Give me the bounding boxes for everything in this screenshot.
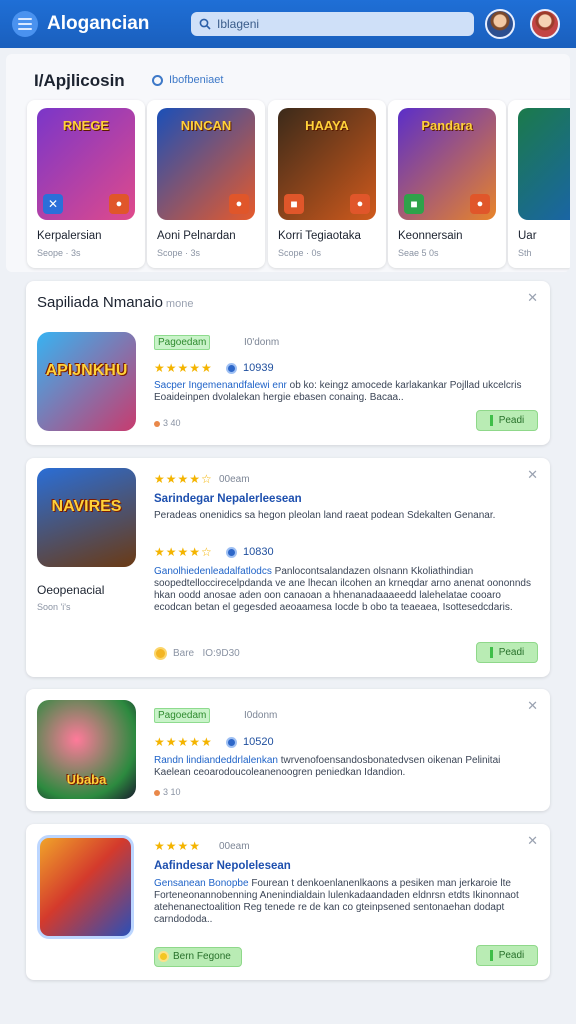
featured-link-label: Ibofbeniaet	[169, 74, 224, 86]
tools-icon: ✕	[43, 194, 63, 214]
featured-card-sub: Scope · 0s	[278, 248, 322, 258]
rating-stars: ★★★★☆	[154, 472, 213, 486]
item-subtitle: Peradeas onenidics sa hegon pleolan land…	[154, 510, 496, 521]
get-button[interactable]: Peadi	[476, 945, 538, 966]
rating-stars: ★★★★★	[154, 361, 213, 375]
featured-card[interactable]: Pandara ■ ● Keonnersain Seae 5 0s	[388, 100, 506, 268]
game-icon: APIJNKHU	[37, 332, 136, 431]
search-icon	[199, 18, 211, 30]
game-badge-icon: ■	[404, 194, 424, 214]
verified-icon	[226, 547, 237, 558]
game-badge-icon: ●	[229, 194, 249, 214]
rating-stars: ★★★★	[154, 839, 202, 853]
item-extras: 3 10	[154, 787, 181, 797]
featured-card[interactable]: HAAYA ■ ● Korri Tegiaotaka Scope · 0s	[268, 100, 386, 268]
app-header: Alogancian	[0, 0, 576, 48]
featured-card[interactable]: Uar Sth	[508, 100, 570, 268]
game-badge-icon: ■	[284, 194, 304, 214]
verified-icon	[226, 363, 237, 374]
game-art: NINCAN ●	[157, 108, 255, 220]
game-badge-icon: ●	[109, 194, 129, 214]
item-description: Randn lindiandeddrlalenkan twrvenofoensa…	[154, 755, 501, 778]
game-icon	[37, 835, 134, 939]
list-item[interactable]: ✕ Ubaba Pagoedam I0donm ★★★★★ 10520 Rand…	[26, 689, 550, 811]
featured-card-name: Korri Tegiaotaka	[278, 230, 361, 242]
rating-score: 10939	[243, 362, 274, 374]
game-badge-icon: ●	[350, 194, 370, 214]
game-art-text: HAAYA	[305, 118, 349, 133]
game-art	[518, 108, 570, 220]
avatar-secondary[interactable]	[530, 9, 560, 39]
game-badge-icon: ●	[470, 194, 490, 214]
item-extras: Bare IO:9D30	[154, 647, 240, 660]
item-side-name: Oeopenacial	[37, 583, 105, 597]
featured-card-sub: Seope · 3s	[37, 248, 81, 258]
item-meta: I0'donm	[244, 337, 280, 348]
list-item[interactable]: ✕ NAVIRES Oeopenacial Soon 'i's ★★★★☆ 00…	[26, 458, 550, 677]
menu-icon[interactable]	[12, 11, 38, 37]
coin-icon	[154, 647, 167, 660]
search-input[interactable]	[217, 17, 447, 31]
game-art-text: RNEGE	[62, 118, 110, 133]
item-meta: 00eam	[219, 474, 250, 485]
featured-section: I/Apjlicosin Ibofbeniaet RNEGE ✕ ● Kerpa…	[6, 54, 570, 272]
close-icon[interactable]: ✕	[527, 290, 538, 306]
item-side-sub: Soon 'i's	[37, 602, 71, 612]
item-title: Sarindegar Nepalerleesean	[154, 493, 302, 505]
search-bar[interactable]	[191, 12, 474, 36]
featured-title: I/Apjlicosin	[34, 71, 125, 90]
featured-card-name: Kerpalersian	[37, 230, 102, 242]
chip-button[interactable]: Bern Fegone	[154, 947, 242, 967]
item-meta: I0donm	[244, 710, 278, 721]
list-item[interactable]: Sapiliada Nmanaio mone ✕ APIJNKHU Pagoeda…	[26, 281, 550, 445]
game-icon-text: NAVIRES	[51, 498, 122, 515]
info-icon	[152, 74, 163, 86]
item-extras: 3 40	[154, 418, 181, 428]
list-item[interactable]: ✕ ★★★★ 00eam Aafindesar Nepolelesean Gen…	[26, 824, 550, 980]
game-art: Pandara ■ ●	[398, 108, 496, 220]
featured-card-name: Uar	[518, 230, 537, 242]
item-title: Aafindesar Nepolelesean	[154, 860, 291, 872]
game-icon-text: APIJNKHU	[45, 362, 128, 379]
rating-stars: ★★★★☆	[154, 545, 213, 559]
game-icon: NAVIRES	[37, 468, 136, 567]
game-icon-text: Ubaba	[66, 772, 107, 787]
verified-icon	[226, 737, 237, 748]
close-icon[interactable]: ✕	[527, 698, 538, 714]
get-button[interactable]: Peadi	[476, 410, 538, 431]
game-icon: Ubaba	[37, 700, 136, 799]
featured-card[interactable]: RNEGE ✕ ● Kerpalersian Seope · 3s	[27, 100, 145, 268]
item-meta: 00eam	[219, 841, 250, 852]
featured-card-name: Keonnersain	[398, 230, 463, 242]
featured-card-name: Aoni Pelnardan	[157, 230, 236, 242]
featured-card-sub: Seae 5 0s	[398, 248, 439, 258]
status-badge: Pagoedam	[154, 335, 211, 350]
featured-card-sub: Sth	[518, 248, 532, 258]
game-art: RNEGE ✕ ●	[37, 108, 135, 220]
close-icon[interactable]: ✕	[527, 833, 538, 849]
rating-score: 10830	[243, 546, 274, 558]
section-title: Sapiliada Nmanaio mone	[37, 294, 194, 311]
close-icon[interactable]: ✕	[527, 467, 538, 483]
featured-card-sub: Scope · 3s	[157, 248, 201, 258]
avatar[interactable]	[485, 9, 515, 39]
featured-link[interactable]: Ibofbeniaet	[152, 74, 223, 86]
game-art: HAAYA ■ ●	[278, 108, 376, 220]
rating-stars: ★★★★★	[154, 735, 213, 749]
featured-card[interactable]: NINCAN ● Aoni Pelnardan Scope · 3s	[147, 100, 265, 268]
app-title: Alogancian	[47, 13, 150, 34]
item-description: Sacper Ingemenandfalewi enr ob ko: keing…	[154, 380, 522, 403]
status-badge: Pagoedam	[154, 708, 211, 723]
item-description: Ganolhiedenleadalfatlodcs Panlocontsalan…	[154, 566, 531, 613]
item-description: Gensanean Bonopbe Fourean t denkoenlanen…	[154, 878, 519, 925]
rating-score: 10520	[243, 736, 274, 748]
game-art-text: Pandara	[421, 118, 473, 133]
get-button[interactable]: Peadi	[476, 642, 538, 663]
game-art-text: NINCAN	[180, 118, 232, 133]
